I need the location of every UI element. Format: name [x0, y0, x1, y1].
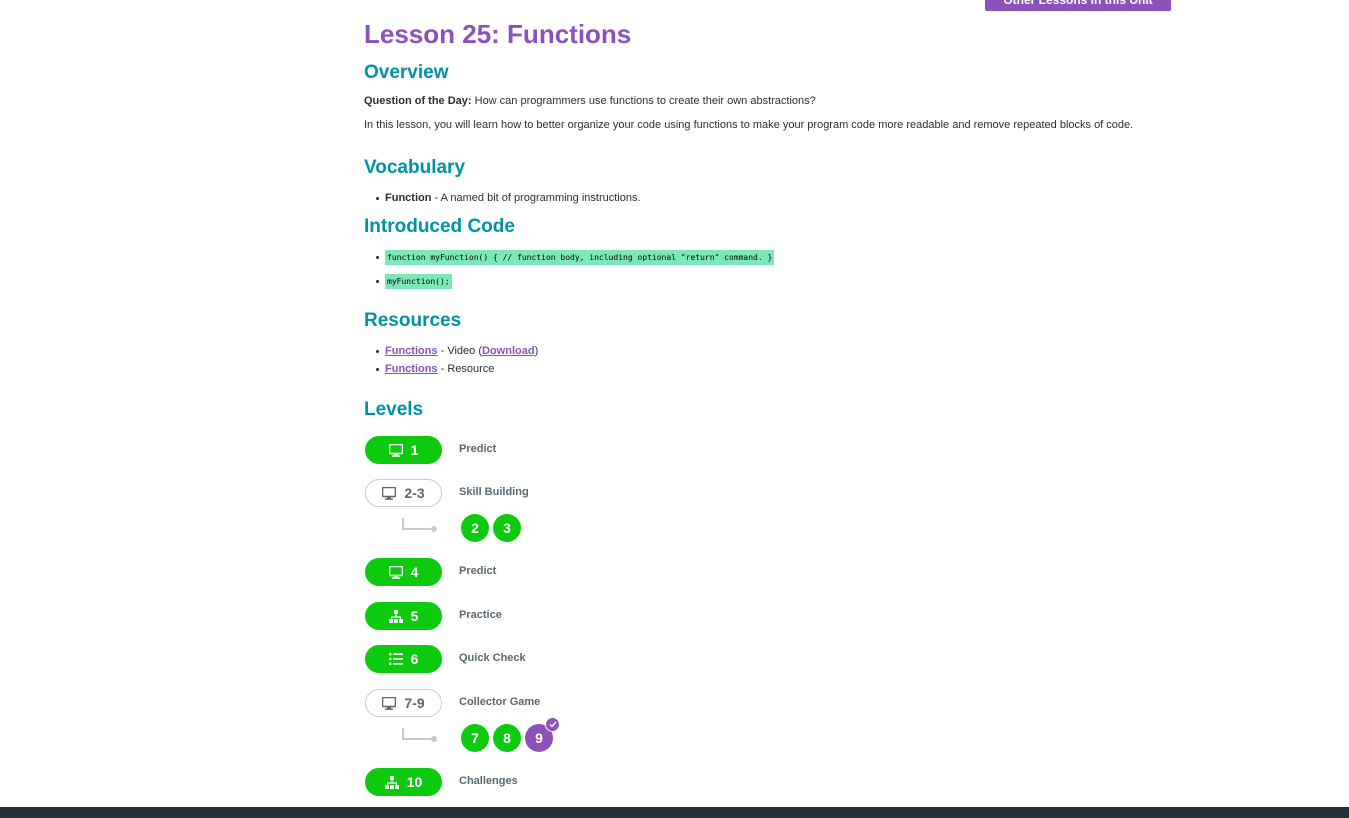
code-snippet: function myFunction() { // function body…	[385, 250, 775, 265]
lesson-title: Lesson 25: Functions	[364, 19, 632, 49]
level-label: 2-3	[404, 485, 425, 501]
level-label: 1	[410, 442, 419, 458]
level-row-7-9: 7-9 Collector Game	[364, 689, 764, 717]
level-name[interactable]: Quick Check	[459, 652, 526, 664]
level-row-10: 10 Challenges	[364, 768, 764, 796]
levels-heading: Levels	[364, 399, 424, 420]
other-lessons-button[interactable]: Other Lessons in this Unit	[985, 0, 1171, 11]
question-text: How can programmers use functions to cre…	[471, 95, 816, 107]
sitemap-icon	[384, 775, 399, 789]
download-link[interactable]: Download	[482, 345, 535, 357]
resource-link[interactable]: Functions	[385, 363, 438, 375]
level-pill-1[interactable]: 1	[365, 436, 442, 464]
introduced-code-heading: Introduced Code	[364, 216, 515, 237]
sublevel-bubble-9-current[interactable]: 9	[525, 717, 560, 752]
level-row-4: 4 Predict	[364, 558, 764, 586]
code-item: function myFunction() { // function body…	[364, 248, 775, 272]
level-name[interactable]: Predict	[459, 443, 496, 455]
sublevel-connector	[402, 728, 437, 744]
level-pill-6[interactable]: 6	[365, 645, 442, 673]
level-label: 10	[406, 774, 423, 790]
resource-text: - Video (	[437, 345, 482, 357]
overview-description: In this lesson, you will learn how to be…	[364, 119, 1134, 131]
level-label: 4	[410, 564, 419, 580]
sublevel-bubble-2[interactable]: 2	[461, 514, 489, 542]
resources-list: Functions - Video (Download) Functions -…	[364, 342, 538, 378]
vocabulary-definition: - A named bit of programming instruction…	[431, 192, 641, 204]
level-label: 5	[410, 608, 419, 624]
list-icon	[388, 653, 403, 665]
question-label: Question of the Day:	[364, 95, 472, 107]
level-label: 6	[410, 651, 419, 667]
level-pill-4[interactable]: 4	[365, 558, 442, 586]
vocabulary-list: Function - A named bit of programming in…	[364, 189, 641, 207]
resource-item: Functions - Video (Download)	[364, 342, 538, 360]
sitemap-icon	[388, 609, 403, 623]
overview-heading: Overview	[364, 62, 449, 83]
level-name[interactable]: Skill Building	[459, 486, 529, 498]
level-name[interactable]: Practice	[459, 609, 502, 621]
sublevel-bubble-8[interactable]: 8	[493, 724, 521, 752]
checkmark-icon	[545, 717, 560, 732]
footer-bar	[0, 807, 1349, 818]
question-of-the-day: Question of the Day: How can programmers…	[364, 94, 816, 109]
level-pill-5[interactable]: 5	[365, 602, 442, 630]
level-row-6: 6 Quick Check	[364, 645, 764, 673]
sublevel-bubble-7[interactable]: 7	[461, 724, 489, 752]
sublevel-label: 9	[535, 730, 543, 746]
level-name[interactable]: Challenges	[459, 775, 518, 787]
vocabulary-item: Function - A named bit of programming in…	[364, 189, 641, 207]
level-pill-10[interactable]: 10	[365, 768, 442, 796]
vocabulary-heading: Vocabulary	[364, 157, 466, 178]
sublevel-connector	[402, 518, 437, 534]
resource-text: )	[534, 345, 539, 357]
vocabulary-term: Function	[385, 192, 432, 204]
level-name[interactable]: Collector Game	[459, 696, 540, 708]
level-pill-7-9[interactable]: 7-9	[365, 689, 442, 717]
sublevel-bubble-3[interactable]: 3	[493, 514, 521, 542]
desktop-icon	[388, 443, 403, 457]
desktop-icon	[382, 486, 397, 500]
level-row-2-3: 2-3 Skill Building	[364, 479, 764, 507]
desktop-icon	[388, 565, 403, 579]
resource-link[interactable]: Functions	[385, 345, 438, 357]
introduced-code-list: function myFunction() { // function body…	[364, 248, 775, 296]
level-name[interactable]: Predict	[459, 565, 496, 577]
level-row-1: 1 Predict	[364, 436, 764, 464]
level-row-5: 5 Practice	[364, 602, 764, 630]
level-label: 7-9	[404, 695, 425, 711]
code-item: myFunction();	[364, 272, 774, 296]
resources-heading: Resources	[364, 310, 462, 331]
resource-item: Functions - Resource	[364, 360, 538, 378]
resource-text: - Resource	[437, 363, 495, 375]
code-snippet: myFunction();	[385, 274, 452, 289]
level-pill-2-3[interactable]: 2-3	[365, 479, 442, 507]
desktop-icon	[382, 696, 397, 710]
